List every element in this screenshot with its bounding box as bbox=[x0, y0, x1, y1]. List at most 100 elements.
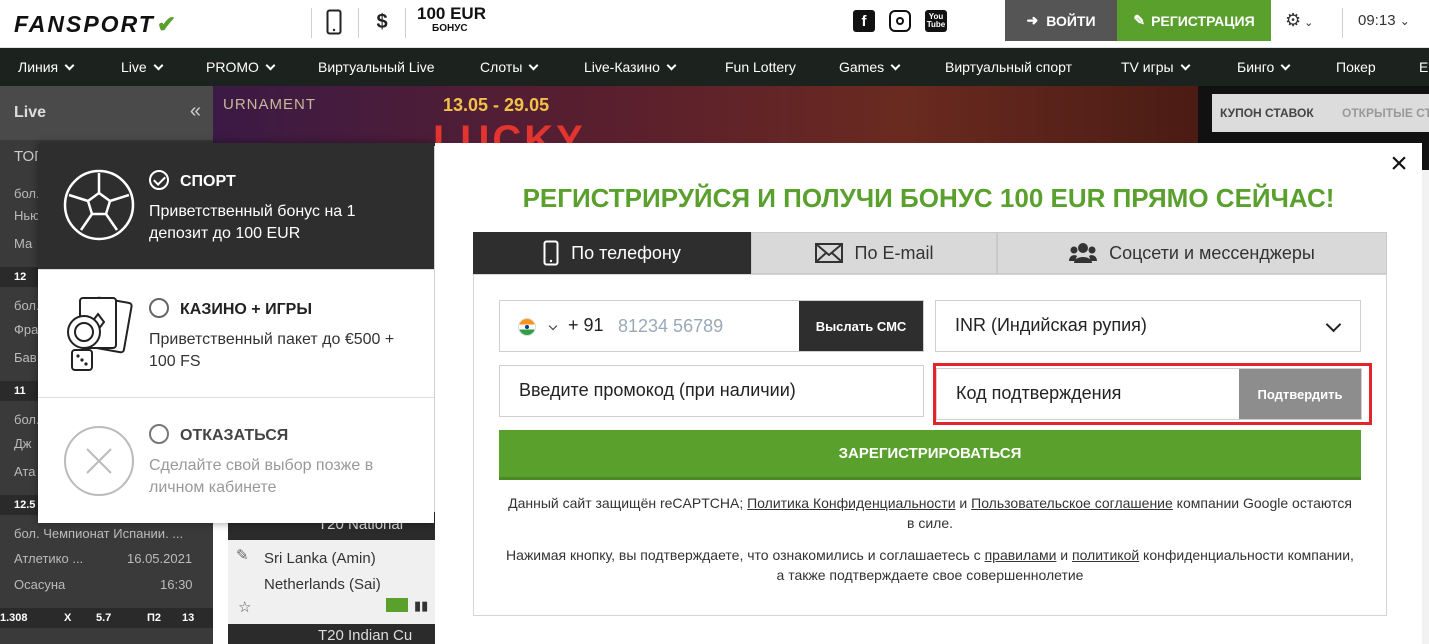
facebook-icon[interactable]: f bbox=[853, 10, 875, 32]
odds-label: П2 bbox=[147, 612, 162, 624]
odds-value[interactable]: 13 bbox=[182, 612, 194, 624]
sidebar-match-line[interactable]: Фра bbox=[14, 322, 38, 337]
register-button[interactable]: ✎ РЕГИСТРАЦИЯ bbox=[1117, 0, 1271, 41]
users-icon bbox=[1069, 243, 1098, 263]
sidebar-match-line[interactable]: Дж bbox=[14, 436, 32, 451]
confirm-button[interactable]: Подтвердить bbox=[1239, 369, 1361, 419]
field-icon[interactable] bbox=[386, 598, 408, 612]
nav-item-tv-games[interactable]: TV игры bbox=[1121, 59, 1191, 75]
close-icon[interactable]: × bbox=[1387, 149, 1411, 179]
casino-cards-dice-icon bbox=[62, 294, 136, 379]
clock-time[interactable]: 09:13 ⌄ bbox=[1358, 12, 1410, 29]
collapse-icon[interactable]: « bbox=[190, 100, 201, 123]
event-team1[interactable]: Sri Lanka (Amin) bbox=[264, 550, 376, 567]
tab-social[interactable]: Соцсети и мессенджеры bbox=[997, 232, 1387, 274]
nav-item-slots[interactable]: Слоты bbox=[480, 59, 539, 75]
nav-item-fun-lottery[interactable]: Fun Lottery bbox=[725, 59, 796, 75]
nav-item-promo[interactable]: PROMO bbox=[206, 59, 276, 75]
star-icon[interactable]: ☆ bbox=[238, 598, 251, 616]
radio-checked-icon[interactable] bbox=[149, 170, 169, 190]
tab-email[interactable]: По E-mail bbox=[751, 232, 997, 274]
registration-modal: × РЕГИСТРИРУЙСЯ И ПОЛУЧИ БОНУС 100 EUR П… bbox=[435, 143, 1422, 644]
nav-item-virtual-sport[interactable]: Виртуальный спорт bbox=[945, 59, 1072, 75]
nav-item-line[interactable]: Линия bbox=[18, 59, 75, 75]
tab-coupon[interactable]: КУПОН СТАВОК bbox=[1220, 106, 1314, 120]
match-odds-bar: 1.308 X 5.7 П2 13 bbox=[0, 608, 213, 628]
match-team2[interactable]: Осасуна bbox=[14, 577, 65, 592]
dollar-icon[interactable]: $ bbox=[372, 8, 392, 36]
odds-value[interactable]: 1.308 bbox=[0, 612, 28, 624]
odds-value[interactable]: 11 bbox=[14, 385, 26, 397]
fansport-logo[interactable]: FANSPORT✔ bbox=[14, 11, 178, 38]
nav-item-more[interactable]: E bbox=[1419, 59, 1428, 75]
bonus-label: БОНУС bbox=[432, 23, 468, 34]
promo-code-field[interactable]: Введите промокод (при наличии) bbox=[499, 365, 924, 417]
bonus-option-sport[interactable]: СПОРТ Приветственный бонус на 1 депозит … bbox=[38, 143, 434, 269]
chevron-down-icon bbox=[64, 60, 75, 70]
banner-tournament: URNAMENT bbox=[223, 96, 316, 113]
bonus-option-decline[interactable]: ОТКАЗАТЬСЯ Сделайте свой выбор позже в л… bbox=[38, 397, 434, 523]
decline-x-icon bbox=[62, 424, 136, 503]
sidebar-match-line[interactable]: Бав bbox=[14, 350, 37, 365]
bonus-option-title: СПОРТ bbox=[180, 173, 236, 190]
logo-check-icon: ✔ bbox=[156, 11, 179, 37]
bonus-option-casino[interactable]: КАЗИНО + ИГРЫ Приветственный пакет до €5… bbox=[38, 269, 434, 397]
login-button[interactable]: ➜ ВОЙТИ bbox=[1005, 0, 1117, 41]
odds-value[interactable]: 12 bbox=[14, 271, 26, 283]
sidebar-match-line[interactable]: Ата bbox=[14, 464, 35, 479]
live-header: Live « bbox=[0, 86, 213, 140]
policy-link[interactable]: политикой bbox=[1072, 547, 1139, 563]
odds-label: X bbox=[64, 612, 72, 624]
odds-value[interactable]: 12.5 bbox=[14, 499, 35, 511]
youtube-icon[interactable]: You Tube bbox=[925, 10, 947, 32]
bonus-selector: СПОРТ Приветственный бонус на 1 депозит … bbox=[38, 143, 434, 523]
currency-value: INR (Индийская рупия) bbox=[955, 315, 1147, 335]
nav-item-poker[interactable]: Покер bbox=[1336, 59, 1376, 75]
confirmation-code-input[interactable]: Код подтверждения bbox=[956, 383, 1121, 404]
tab-phone[interactable]: По телефону bbox=[473, 232, 751, 274]
chevron-down-icon bbox=[890, 60, 901, 70]
promo-banner[interactable]: URNAMENT 13.05 - 29.05 LUCKY bbox=[213, 86, 1198, 146]
nav-item-live-casino[interactable]: Live-Казино bbox=[584, 59, 677, 75]
instagram-icon[interactable] bbox=[889, 10, 911, 32]
privacy-policy-link[interactable]: Политика Конфиденциальности bbox=[747, 495, 955, 511]
radio-empty-icon[interactable] bbox=[149, 298, 169, 318]
odds-value[interactable]: 5.7 bbox=[96, 612, 111, 624]
chevron-down-icon bbox=[666, 60, 677, 70]
rules-link[interactable]: правилами bbox=[985, 547, 1057, 563]
radio-empty-icon[interactable] bbox=[149, 424, 169, 444]
currency-select[interactable]: INR (Индийская рупия) bbox=[935, 300, 1361, 352]
right-strip bbox=[1422, 170, 1429, 644]
nav-item-live[interactable]: Live bbox=[121, 59, 164, 75]
sidebar-match-line[interactable]: Нью bbox=[14, 208, 40, 223]
promo-code-input[interactable]: Введите промокод (при наличии) bbox=[519, 380, 796, 401]
bonus-amount[interactable]: 100 EUR bbox=[417, 5, 486, 23]
terms-link[interactable]: Пользовательское соглашение bbox=[971, 495, 1173, 511]
nav-item-virtual-live[interactable]: Виртуальный Live bbox=[318, 59, 434, 75]
nav-item-bingo[interactable]: Бинго bbox=[1237, 59, 1291, 75]
send-sms-button[interactable]: Выслать СМС bbox=[799, 301, 923, 351]
live-title: Live bbox=[14, 104, 47, 121]
stats-icon[interactable]: ▮▮ bbox=[414, 598, 428, 614]
settings-gear-icon[interactable]: ⚙ ⌄ bbox=[1285, 10, 1313, 31]
india-flag-icon[interactable] bbox=[518, 318, 536, 336]
sidebar-match-line[interactable]: Ма bbox=[14, 236, 32, 251]
chevron-down-icon[interactable] bbox=[548, 321, 558, 331]
phone-field[interactable]: + 91 81234 56789 Выслать СМС bbox=[499, 300, 924, 352]
phone-input[interactable]: 81234 56789 bbox=[618, 316, 723, 337]
match-time: 16:30 bbox=[160, 577, 193, 592]
soccer-ball-icon bbox=[62, 168, 136, 247]
confirmation-code-field[interactable]: Код подтверждения Подтвердить bbox=[936, 368, 1362, 420]
mobile-app-icon[interactable] bbox=[322, 8, 346, 36]
event-name[interactable]: T20 Indian Cu bbox=[318, 627, 412, 644]
chevron-down-icon bbox=[1280, 60, 1291, 70]
pin-icon[interactable]: ✎ bbox=[236, 546, 249, 564]
modal-title: РЕГИСТРИРУЙСЯ И ПОЛУЧИ БОНУС 100 EUR ПРЯ… bbox=[522, 183, 1335, 213]
main-nav: Линия Live PROMO Виртуальный Live Слоты … bbox=[0, 48, 1429, 86]
tab-open-bets[interactable]: ОТКРЫТЫЕ СТАВКИ bbox=[1342, 106, 1429, 120]
match-team1[interactable]: Атлетико ... bbox=[14, 551, 83, 566]
event-team2[interactable]: Netherlands (Sai) bbox=[264, 576, 381, 593]
nav-item-games[interactable]: Games bbox=[839, 59, 901, 75]
bonus-option-title: КАЗИНО + ИГРЫ bbox=[180, 301, 312, 318]
register-submit-button[interactable]: ЗАРЕГИСТРИРОВАТЬСЯ bbox=[499, 430, 1361, 480]
